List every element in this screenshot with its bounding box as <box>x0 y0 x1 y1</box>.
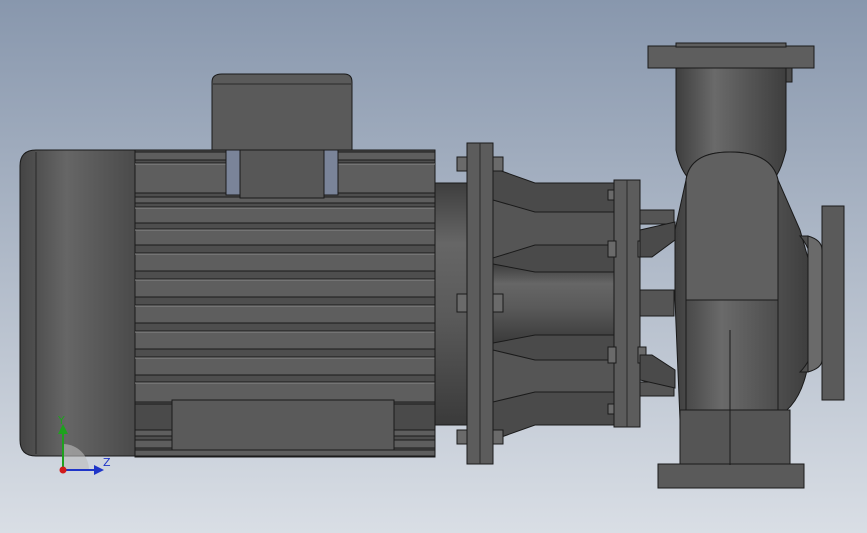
pump-foot <box>679 409 791 466</box>
triad-origin <box>59 466 67 474</box>
suction-flange <box>821 205 845 401</box>
terminal-box-base <box>239 149 325 199</box>
discharge-flange <box>647 45 815 69</box>
motor-foot-pad <box>171 399 395 451</box>
z-axis-label: Z <box>103 456 111 469</box>
lantern-bracket[interactable] <box>434 142 647 465</box>
motor-end-cap <box>19 149 137 457</box>
y-axis-label: Y <box>57 414 65 427</box>
terminal-box <box>211 73 353 151</box>
cad-viewport[interactable]: Y Z <box>0 0 867 533</box>
